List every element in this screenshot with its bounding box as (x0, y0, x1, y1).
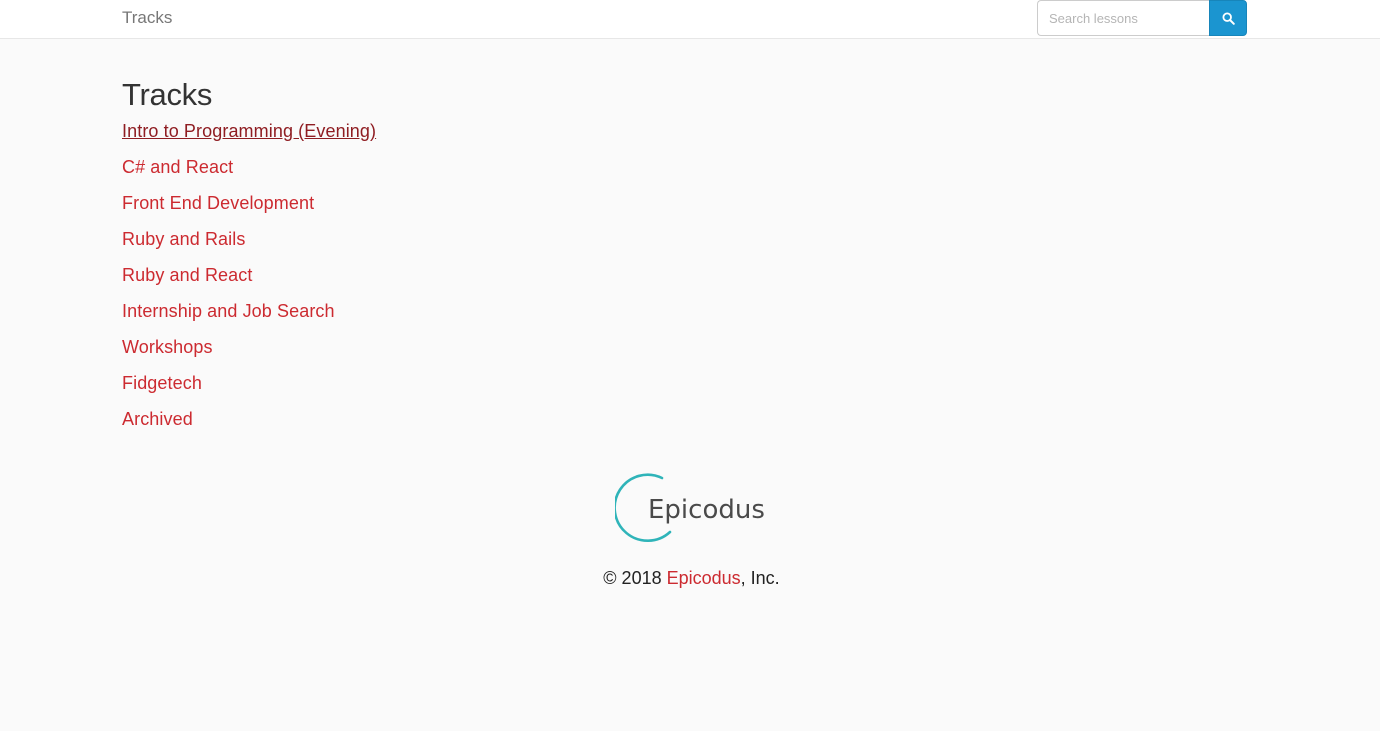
track-link-intro-to-programming-evening[interactable]: Intro to Programming (Evening) (122, 121, 376, 141)
main-content: Tracks Intro to Programming (Evening) C#… (122, 76, 376, 446)
track-link-archived[interactable]: Archived (122, 409, 193, 429)
track-link-internship-and-job-search[interactable]: Internship and Job Search (122, 301, 335, 321)
track-link-csharp-and-react[interactable]: C# and React (122, 157, 233, 177)
copyright-prefix: © 2018 (603, 568, 667, 588)
logo-text: Epicodus (648, 495, 765, 525)
list-item: Front End Development (122, 194, 376, 230)
copyright: © 2018 Epicodus, Inc. (0, 567, 1380, 589)
search-icon (1221, 11, 1235, 25)
page-title: Tracks (122, 77, 213, 112)
track-link-workshops[interactable]: Workshops (122, 337, 213, 357)
track-link-front-end-development[interactable]: Front End Development (122, 193, 314, 213)
list-item: Ruby and Rails (122, 230, 376, 266)
list-item: Fidgetech (122, 374, 376, 410)
copyright-suffix: , Inc. (740, 568, 780, 588)
track-link-ruby-and-react[interactable]: Ruby and React (122, 265, 252, 285)
track-link-ruby-and-rails[interactable]: Ruby and Rails (122, 229, 245, 249)
top-navbar: Tracks (0, 0, 1380, 39)
epicodus-logo: Epicodus (615, 473, 765, 543)
list-item: Workshops (122, 338, 376, 374)
list-item: C# and React (122, 158, 376, 194)
list-item: Intro to Programming (Evening) (122, 122, 376, 158)
epicodus-link[interactable]: Epicodus (667, 568, 741, 588)
track-link-fidgetech[interactable]: Fidgetech (122, 373, 202, 393)
search-button[interactable] (1209, 0, 1247, 36)
track-list: Intro to Programming (Evening) C# and Re… (122, 122, 376, 446)
list-item: Ruby and React (122, 266, 376, 302)
navbar-brand-link[interactable]: Tracks (122, 9, 172, 27)
search-form (1037, 0, 1247, 36)
search-input[interactable] (1037, 0, 1209, 36)
list-item: Archived (122, 410, 376, 446)
list-item: Internship and Job Search (122, 302, 376, 338)
